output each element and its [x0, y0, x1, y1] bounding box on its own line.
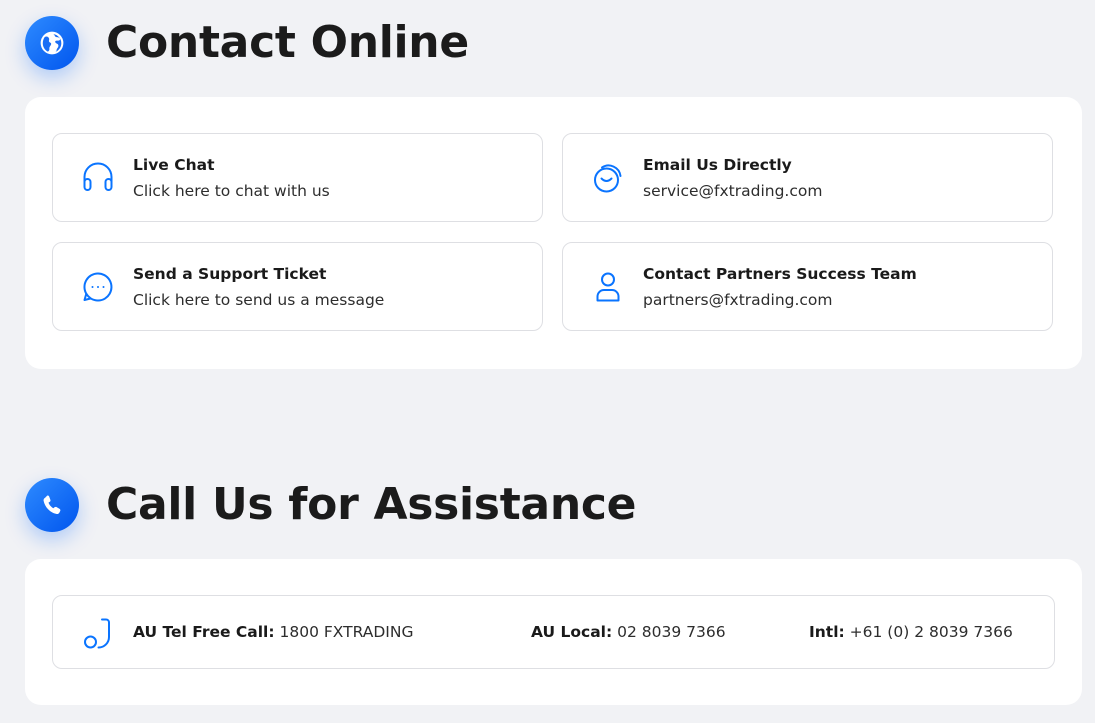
contact-online-panel: Live Chat Click here to chat with us Ema…: [25, 97, 1082, 369]
card-title: Send a Support Ticket: [133, 264, 327, 283]
phone-value: 1800 FXTRADING: [279, 623, 414, 641]
email-bubble-icon: [590, 160, 626, 196]
phone-label: AU Tel Free Call:: [133, 623, 275, 641]
card-subtitle: Click here to chat with us: [133, 181, 330, 200]
handset-icon: [80, 614, 116, 650]
card-subtitle: Click here to send us a message: [133, 290, 385, 309]
card-title: Contact Partners Success Team: [643, 264, 917, 283]
phone-numbers-row: AU Tel Free Call: 1800 FXTRADING AU Loca…: [52, 595, 1055, 669]
email-card[interactable]: Email Us Directly service@fxtrading.com: [562, 133, 1053, 222]
call-us-panel: AU Tel Free Call: 1800 FXTRADING AU Loca…: [25, 559, 1082, 705]
intl-number[interactable]: Intl: +61 (0) 2 8039 7366: [809, 622, 1013, 642]
phone-icon: [25, 478, 79, 532]
user-icon: [590, 269, 626, 305]
card-subtitle: service@fxtrading.com: [643, 181, 823, 200]
chat-dots-icon: [80, 269, 116, 305]
au-local-number[interactable]: AU Local: 02 8039 7366: [531, 622, 726, 642]
globe-icon: [25, 16, 79, 70]
card-subtitle: partners@fxtrading.com: [643, 290, 833, 309]
card-title: Live Chat: [133, 155, 215, 174]
partners-team-card[interactable]: Contact Partners Success Team partners@f…: [562, 242, 1053, 331]
call-us-header: Call Us for Assistance: [25, 478, 636, 532]
headset-icon: [80, 160, 116, 196]
contact-online-header: Contact Online: [25, 16, 469, 70]
support-ticket-card[interactable]: Send a Support Ticket Click here to send…: [52, 242, 543, 331]
live-chat-card[interactable]: Live Chat Click here to chat with us: [52, 133, 543, 222]
card-title: Email Us Directly: [643, 155, 792, 174]
au-free-call-number[interactable]: AU Tel Free Call: 1800 FXTRADING: [133, 622, 413, 642]
phone-value: 02 8039 7366: [617, 623, 726, 641]
phone-label: AU Local:: [531, 623, 613, 641]
section-title: Contact Online: [106, 17, 469, 68]
phone-value: +61 (0) 2 8039 7366: [849, 623, 1013, 641]
section-title: Call Us for Assistance: [106, 479, 637, 530]
phone-label: Intl:: [809, 623, 845, 641]
